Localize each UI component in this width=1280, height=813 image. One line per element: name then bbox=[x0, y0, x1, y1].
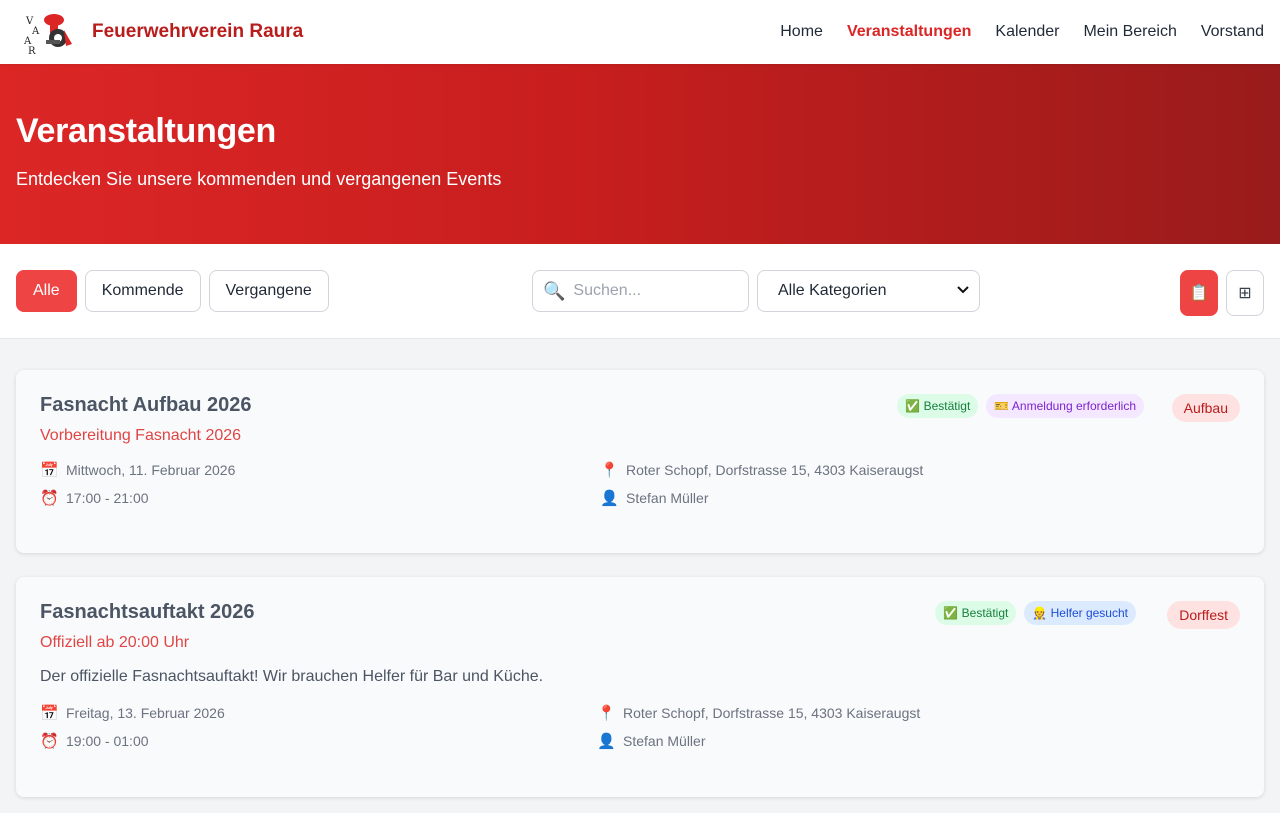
clock-icon: ⏰ bbox=[40, 733, 59, 750]
event-card[interactable]: Fasnachtsauftakt 2026 Offiziell ab 20:00… bbox=[16, 577, 1264, 797]
clock-icon: ⏰ bbox=[40, 490, 59, 507]
event-date: 📅 Freitag, 13. Februar 2026 bbox=[40, 704, 597, 722]
filter-upcoming-button[interactable]: Kommende bbox=[84, 270, 201, 312]
person-icon: 👤 bbox=[600, 490, 619, 507]
nav-home[interactable]: Home bbox=[780, 23, 823, 41]
filter-all-button[interactable]: Alle bbox=[16, 270, 77, 312]
list-view-button[interactable]: 📋 bbox=[1180, 270, 1218, 316]
nav-veranstaltungen[interactable]: Veranstaltungen bbox=[847, 23, 971, 41]
brand-name: Feuerwehrverein Raura bbox=[92, 21, 304, 42]
event-meta: 📅 Mittwoch, 11. Februar 2026 📍 Roter Sch… bbox=[40, 461, 1240, 507]
event-time-text: 17:00 - 21:00 bbox=[66, 490, 149, 506]
event-location: 📍 Roter Schopf, Dorfstrasse 15, 4303 Kai… bbox=[597, 704, 1240, 722]
nav-kalender[interactable]: Kalender bbox=[995, 23, 1059, 41]
event-time: ⏰ 17:00 - 21:00 bbox=[40, 489, 600, 507]
event-contact: 👤 Stefan Müller bbox=[600, 489, 1240, 507]
main-nav: Home Veranstaltungen Kalender Mein Berei… bbox=[780, 23, 1264, 41]
search-box[interactable]: 🔍 bbox=[532, 270, 749, 312]
page-subtitle: Entdecken Sie unsere kommenden und verga… bbox=[16, 169, 502, 189]
event-description: Der offizielle Fasnachtsauftakt! Wir bra… bbox=[40, 668, 544, 685]
event-time-text: 19:00 - 01:00 bbox=[66, 733, 149, 749]
view-toggle: 📋 ⊞ bbox=[1180, 270, 1264, 316]
search-icon: 🔍 bbox=[543, 280, 566, 301]
event-date: 📅 Mittwoch, 11. Februar 2026 bbox=[40, 461, 600, 479]
event-location-text: Roter Schopf, Dorfstrasse 15, 4303 Kaise… bbox=[626, 462, 924, 478]
event-meta: 📅 Freitag, 13. Februar 2026 📍 Roter Scho… bbox=[40, 704, 1240, 750]
clipboard-icon: 📋 bbox=[1189, 285, 1209, 302]
calendar-icon: 📅 bbox=[40, 462, 59, 479]
nav-vorstand[interactable]: Vorstand bbox=[1201, 23, 1264, 41]
event-card[interactable]: Fasnacht Aufbau 2026 Vorbereitung Fasnac… bbox=[16, 370, 1264, 553]
category-badge: Aufbau bbox=[1171, 394, 1240, 422]
time-filter-tabs: Alle Kommende Vergangene bbox=[16, 270, 329, 312]
grid-icon: ⊞ bbox=[1238, 285, 1252, 302]
pin-icon: 📍 bbox=[597, 705, 616, 722]
person-icon: 👤 bbox=[597, 733, 616, 750]
event-contact: 👤 Stefan Müller bbox=[597, 732, 1240, 750]
event-contact-text: Stefan Müller bbox=[623, 733, 706, 749]
brand[interactable]: V A A R Feuerwehrverein Raura bbox=[23, 10, 304, 57]
pin-icon: 📍 bbox=[600, 462, 619, 479]
top-navbar: V A A R Feuerwehrverein Raura Home Veran… bbox=[0, 0, 1280, 64]
event-badges: ✅ Bestätigt 👷 Helfer gesucht bbox=[935, 601, 1136, 625]
status-badge-confirmed: ✅ Bestätigt bbox=[897, 394, 979, 418]
nav-mein-bereich[interactable]: Mein Bereich bbox=[1083, 23, 1176, 41]
event-date-text: Mittwoch, 11. Februar 2026 bbox=[66, 462, 236, 478]
filter-bar: Alle Kommende Vergangene 🔍 Alle Kategori… bbox=[0, 244, 1280, 339]
event-contact-text: Stefan Müller bbox=[626, 490, 709, 506]
category-select-value: Alle Kategorien bbox=[778, 282, 887, 299]
svg-text:A: A bbox=[31, 26, 40, 37]
event-subtitle: Vorbereitung Fasnacht 2026 bbox=[40, 427, 242, 444]
category-badge: Dorffest bbox=[1167, 601, 1240, 629]
category-select[interactable]: Alle Kategorien bbox=[757, 270, 980, 312]
search-input[interactable] bbox=[573, 282, 724, 300]
event-subtitle: Offiziell ab 20:00 Uhr bbox=[40, 634, 190, 651]
event-location: 📍 Roter Schopf, Dorfstrasse 15, 4303 Kai… bbox=[600, 461, 1240, 479]
event-time: ⏰ 19:00 - 01:00 bbox=[40, 732, 597, 750]
club-logo-icon: V A A R bbox=[23, 10, 74, 57]
status-badge-confirmed: ✅ Bestätigt bbox=[935, 601, 1017, 625]
event-date-text: Freitag, 13. Februar 2026 bbox=[66, 705, 225, 721]
filter-past-button[interactable]: Vergangene bbox=[208, 270, 329, 312]
event-list: Fasnacht Aufbau 2026 Vorbereitung Fasnac… bbox=[0, 339, 1280, 797]
event-location-text: Roter Schopf, Dorfstrasse 15, 4303 Kaise… bbox=[623, 705, 921, 721]
event-badges: ✅ Bestätigt 🎫 Anmeldung erforderlich bbox=[897, 394, 1144, 418]
status-badge-helpers-wanted: 👷 Helfer gesucht bbox=[1024, 601, 1136, 625]
grid-view-button[interactable]: ⊞ bbox=[1226, 270, 1264, 316]
status-badge-registration: 🎫 Anmeldung erforderlich bbox=[986, 394, 1144, 418]
page-title: Veranstaltungen bbox=[16, 112, 277, 150]
hero-banner: Veranstaltungen Entdecken Sie unsere kom… bbox=[0, 64, 1280, 244]
chevron-down-icon bbox=[957, 285, 969, 297]
calendar-icon: 📅 bbox=[40, 705, 59, 722]
svg-text:R: R bbox=[28, 46, 36, 54]
